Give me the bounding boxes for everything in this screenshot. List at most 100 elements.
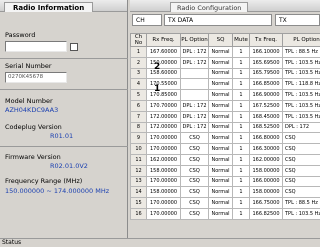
rx-pl-option-cell[interactable]: CSQ	[180, 175, 209, 188]
rx-freq-cell[interactable]: 170.85000	[146, 89, 181, 101]
rx-pl-option-cell[interactable]	[180, 78, 209, 91]
sq-cell[interactable]: Normal	[208, 153, 233, 166]
mute-cell[interactable]: 1	[232, 186, 250, 199]
rx-pl-option-cell[interactable]: DPL : 172	[180, 99, 209, 112]
tx-pl-option-cell[interactable]: CSQ	[282, 164, 320, 177]
sq-cell[interactable]: Normal	[208, 46, 233, 58]
tx-pl-option-cell[interactable]: CSQ	[282, 132, 320, 145]
tx-pl-option-cell[interactable]: TPL : 118.8 Hz	[282, 78, 320, 91]
rx-freq-cell[interactable]: 170.00000	[146, 143, 181, 155]
table-row[interactable]: 8 172.00000 DPL : 172 Normal 1 168.52500 DPL :…	[130, 121, 320, 134]
tx-pl-option-cell[interactable]: DPL : 172	[282, 121, 320, 134]
sq-cell[interactable]: Normal	[208, 207, 233, 220]
table-row[interactable]: 11 162.00000 CSQ Normal 1 162.00000 CSQ	[130, 153, 320, 166]
tx-pl-option-cell[interactable]: CSQ	[282, 143, 320, 155]
tab-radio-information[interactable]: Radio Information	[4, 2, 94, 12]
rx-pl-option-cell[interactable]: CSQ	[180, 186, 209, 199]
mute-cell[interactable]: 1	[232, 56, 250, 69]
tx-pl-option-cell[interactable]: TPL : 103.5 Hz	[282, 56, 320, 69]
rx-pl-option-cell[interactable]	[180, 67, 209, 80]
rx-freq-cell[interactable]: 172.00000	[146, 110, 181, 123]
mute-cell[interactable]: 1	[232, 89, 250, 101]
mute-cell[interactable]: 1	[232, 197, 250, 209]
rx-freq-cell[interactable]: 162.00000	[146, 153, 181, 166]
tx-pl-option-cell[interactable]: TPL : 103.5 Hz	[282, 67, 320, 80]
rx-freq-cell[interactable]: 170.70000	[146, 99, 181, 112]
tx-pl-option-cell[interactable]: TPL : 103.5 Hz	[282, 207, 320, 220]
tx-freq-cell[interactable]: 166.90000	[249, 89, 283, 101]
sq-cell[interactable]: Normal	[208, 143, 233, 155]
rx-freq-cell[interactable]: 158.60000	[146, 67, 181, 80]
table-row[interactable]: 1 167.60000 DPL : 172 Normal 1 166.10000 TPL :…	[130, 46, 320, 58]
tx-freq-cell[interactable]: 165.79500	[249, 67, 283, 80]
sq-cell[interactable]: Normal	[208, 164, 233, 177]
tx-freq-cell[interactable]: 158.00000	[249, 164, 283, 177]
tx-freq-cell[interactable]: 166.30000	[249, 143, 283, 155]
rx-pl-option-cell[interactable]: DPL : 172	[180, 110, 209, 123]
sq-cell[interactable]: Normal	[208, 121, 233, 134]
table-row[interactable]: 7 172.00000 DPL : 172 Normal 1 168.45000 TPL :…	[130, 110, 320, 123]
tx-freq-cell[interactable]: 166.10000	[249, 46, 283, 58]
table-row[interactable]: 14 158.00000 CSQ Normal 1 158.00000 CSQ	[130, 186, 320, 199]
table-row[interactable]: 15 170.00000 CSQ Normal 1 166.75000 TPL : 88.5…	[130, 197, 320, 209]
mute-cell[interactable]: 1	[232, 175, 250, 188]
rx-pl-option-cell[interactable]	[180, 89, 209, 101]
mute-cell[interactable]: 1	[232, 153, 250, 166]
tx-freq-cell[interactable]: 166.80000	[249, 132, 283, 145]
tx-pl-option-cell[interactable]: TPL : 103.5 Hz	[282, 99, 320, 112]
mute-cell[interactable]: 1	[232, 99, 250, 112]
sq-cell[interactable]: Normal	[208, 78, 233, 91]
rx-freq-cell[interactable]: 172.00000	[146, 121, 181, 134]
rx-pl-option-cell[interactable]: CSQ	[180, 207, 209, 220]
sq-cell[interactable]: Normal	[208, 132, 233, 145]
rx-freq-cell[interactable]: 170.00000	[146, 207, 181, 220]
mute-cell[interactable]: 1	[232, 207, 250, 220]
table-row[interactable]: 16 170.00000 CSQ Normal 1 166.82500 TPL : 103.…	[130, 207, 320, 220]
tx-pl-option-cell[interactable]: TPL : 88.5 Hz	[282, 197, 320, 209]
sq-cell[interactable]: Normal	[208, 56, 233, 69]
rx-pl-option-cell[interactable]: DPL : 172	[180, 56, 209, 69]
password-field[interactable]	[5, 41, 67, 52]
mute-cell[interactable]: 1	[232, 67, 250, 80]
rx-pl-option-cell[interactable]: DPL : 172	[180, 121, 209, 134]
sq-cell[interactable]: Normal	[208, 67, 233, 80]
table-row[interactable]: 10 170.00000 CSQ Normal 1 166.30000 CSQ	[130, 143, 320, 155]
tx-freq-cell[interactable]: 168.52500	[249, 121, 283, 134]
tx-pl-option-cell[interactable]: TPL : 88.5 Hz	[282, 46, 320, 58]
mute-cell[interactable]: 1	[232, 143, 250, 155]
sq-cell[interactable]: Normal	[208, 197, 233, 209]
tx-freq-cell[interactable]: 165.69500	[249, 56, 283, 69]
tx-freq-cell[interactable]: 166.85000	[249, 78, 283, 91]
tx-freq-cell[interactable]: 166.75000	[249, 197, 283, 209]
tx-freq-cell[interactable]: 166.00000	[249, 175, 283, 188]
rx-pl-option-cell[interactable]: CSQ	[180, 143, 209, 155]
tx-freq-cell[interactable]: 166.82500	[249, 207, 283, 220]
rx-pl-option-cell[interactable]: CSQ	[180, 153, 209, 166]
sq-cell[interactable]: Normal	[208, 175, 233, 188]
mute-cell[interactable]: 1	[232, 46, 250, 58]
mute-cell[interactable]: 1	[232, 121, 250, 134]
tx-pl-option-cell[interactable]: CSQ	[282, 186, 320, 199]
rx-freq-cell[interactable]: 170.00000	[146, 132, 181, 145]
tx-freq-cell[interactable]: 168.45000	[249, 110, 283, 123]
sq-cell[interactable]: Normal	[208, 99, 233, 112]
rx-freq-cell[interactable]: 158.00000	[146, 186, 181, 199]
tx-freq-cell[interactable]: 162.00000	[249, 153, 283, 166]
sq-cell[interactable]: Normal	[208, 110, 233, 123]
tx-freq-cell[interactable]: 158.00000	[249, 186, 283, 199]
tx-pl-option-cell[interactable]: TPL : 103.5 Hz	[282, 110, 320, 123]
password-checkbox[interactable]	[70, 43, 78, 51]
tx-pl-option-cell[interactable]: TPL : 103.5 Hz	[282, 89, 320, 101]
rx-pl-option-cell[interactable]: DPL : 172	[180, 46, 209, 58]
mute-cell[interactable]: 1	[232, 110, 250, 123]
rx-freq-cell[interactable]: 150.00000	[146, 56, 181, 69]
table-row[interactable]: 9 170.00000 CSQ Normal 1 166.80000 CSQ	[130, 132, 320, 145]
rx-freq-cell[interactable]: 170.55000	[146, 78, 181, 91]
tab-radio-configuration[interactable]: Radio Configuration	[170, 2, 249, 12]
tx-pl-option-cell[interactable]: CSQ	[282, 153, 320, 166]
mute-cell[interactable]: 1	[232, 164, 250, 177]
rx-freq-cell[interactable]: 167.60000	[146, 46, 181, 58]
tx-freq-cell[interactable]: 167.52500	[249, 99, 283, 112]
table-row[interactable]: 6 170.70000 DPL : 172 Normal 1 167.52500 TPL :…	[130, 99, 320, 112]
rx-freq-cell[interactable]: 170.00000	[146, 197, 181, 209]
